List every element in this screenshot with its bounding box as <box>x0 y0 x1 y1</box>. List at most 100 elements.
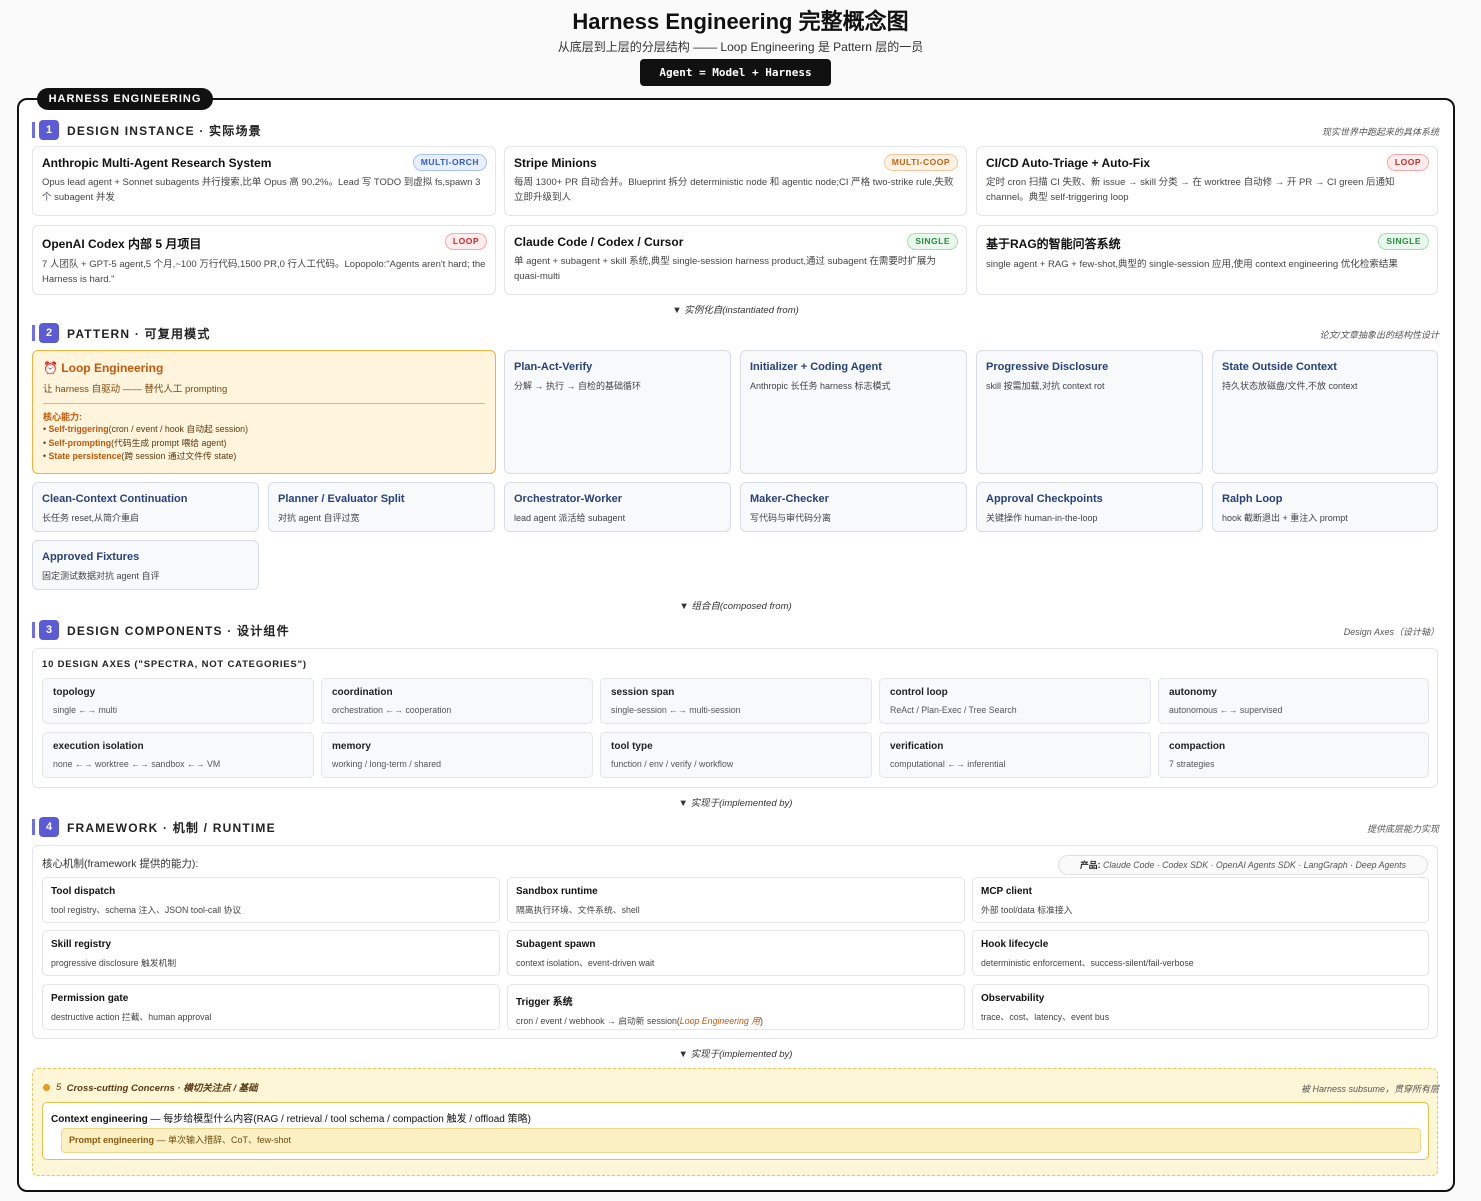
loop-engineering-card: ⏰ Loop Engineering 让 harness 自驱动 —— 替代人工… <box>32 350 496 474</box>
page-subtitle: 从底层到上层的分层结构 —— Loop Engineering 是 Patter… <box>557 40 924 54</box>
mechanism-desc: destructive action 拦截、human approval <box>51 1012 212 1022</box>
pattern-title: Plan-Act-Verify <box>514 361 593 373</box>
pattern-title: Approved Fixtures <box>42 551 140 563</box>
pattern-title: Initializer + Coding Agent <box>750 361 882 373</box>
axis-card: coordination orchestration ←→ cooperation <box>321 678 593 724</box>
instance-desc: single agent + RAG + few-shot,典型的 single… <box>986 259 1398 270</box>
axis-name: memory <box>332 741 371 752</box>
context-engineering-text: Context engineering — 每步给模型什么内容(RAG / re… <box>51 1114 531 1125</box>
loop-subtitle: 让 harness 自驱动 —— 替代人工 prompting <box>43 384 228 395</box>
mechanism-card: Sandbox runtime 隔离执行环境、文件系统、shell <box>507 877 965 923</box>
instance-desc: Opus lead agent + Sonnet subagents 并行搜索,… <box>42 177 481 203</box>
mechanism-name: Permission gate <box>51 993 129 1004</box>
axis-name: execution isolation <box>53 741 144 752</box>
section-3-note: Design Axes（设计轴） <box>1343 627 1439 637</box>
framework-intro: 核心机制(framework 提供的能力): <box>42 858 199 870</box>
instance-desc: 7 人团队 + GPT-5 agent,5 个月,~100 万行代码,1500 … <box>42 259 486 285</box>
pattern-desc: Anthropic 长任务 harness 标志模式 <box>750 381 891 391</box>
section-2-header: 2 PATTERN · 可复用模式 <box>32 323 211 343</box>
pattern-desc: hook 截断退出 + 重注入 prompt <box>1222 513 1348 523</box>
loop-capability-item: • Self-triggering(cron / event / hook 自动… <box>43 424 248 434</box>
mechanism-card: Tool dispatch tool registry、schema 注入、JSO… <box>42 877 500 923</box>
mechanism-card: Hook lifecycle deterministic enforcement、… <box>972 930 1429 976</box>
mechanism-card: MCP client 外部 tool/data 标准接入 <box>972 877 1429 923</box>
instance-card: Anthropic Multi-Agent Research System Op… <box>32 146 496 216</box>
arrow-composed-from: ▼ 组合自(composed from) <box>679 601 792 612</box>
arrow-instantiated-from: ▼ 实例化自(instantiated from) <box>672 305 799 316</box>
mechanism-card: Subagent spawn context isolation、event-dr… <box>507 930 965 976</box>
section-number: 2 <box>39 323 59 343</box>
instance-card: CI/CD Auto-Triage + Auto-Fix 定时 cron 扫描 … <box>976 146 1438 216</box>
products-list: Claude Code · Codex SDK · OpenAI Agents … <box>1102 860 1406 870</box>
instance-desc: 单 agent + subagent + skill 系统,典型 single-… <box>514 256 936 282</box>
mechanism-name: Observability <box>981 993 1045 1004</box>
badge-single: SINGLE <box>1378 233 1429 250</box>
mechanism-desc: 隔离执行环境、文件系统、shell <box>516 905 640 915</box>
pattern-desc: 分解 → 执行 → 自检的基础循环 <box>514 381 642 391</box>
section-label: FRAMEWORK · 机制 / RUNTIME <box>67 820 276 835</box>
axis-name: autonomy <box>1169 687 1217 698</box>
badge-loop: LOOP <box>444 233 487 250</box>
mechanism-name: Hook lifecycle <box>981 939 1049 950</box>
pattern-card: Planner / Evaluator Split 对抗 agent 自评过宽 <box>268 482 495 532</box>
mechanism-name: Sandbox runtime <box>516 886 598 897</box>
section-label: PATTERN · 可复用模式 <box>67 326 211 341</box>
axis-desc: 7 strategies <box>1169 759 1215 769</box>
section-label: DESIGN COMPONENTS · 设计组件 <box>67 623 290 638</box>
axis-card: control loop ReAct / Plan-Exec / Tree Sea… <box>879 678 1151 724</box>
pattern-title: Clean-Context Continuation <box>42 493 188 505</box>
cross-cutting-note: 被 Harness subsume，贯穿所有层 <box>1300 1084 1439 1094</box>
badge-multi-orch: MULTI-ORCH <box>412 154 487 171</box>
pattern-desc: skill 按需加载,对抗 context rot <box>986 381 1105 391</box>
section-bar <box>32 819 35 835</box>
mechanism-desc: progressive disclosure 触发机制 <box>51 958 177 968</box>
section-3-header: 3 DESIGN COMPONENTS · 设计组件 <box>32 620 290 640</box>
pattern-title: Orchestrator-Worker <box>514 493 622 505</box>
pattern-card: State Outside Context 持久状态放磁盘/文件,不放 cont… <box>1212 350 1438 474</box>
mechanism-desc: context isolation、event-driven wait <box>516 958 655 968</box>
loop-capability-item: • State persistence(跨 session 通过文件传 stat… <box>43 451 237 461</box>
pattern-desc: 写代码与审代码分离 <box>750 513 832 523</box>
mechanism-name: Trigger 系统 <box>516 997 573 1008</box>
axis-desc: single-session ←→ multi-session <box>611 705 741 715</box>
instance-card: 基于RAG的智能问答系统 single agent + RAG + few-sh… <box>976 225 1438 295</box>
axis-name: compaction <box>1169 741 1226 752</box>
pattern-card: Approval Checkpoints 关键操作 human-in-the-l… <box>976 482 1203 532</box>
mechanism-card: Observability trace、cost、latency、event bu… <box>972 984 1429 1030</box>
axis-card: topology single ←→ multi <box>42 678 314 724</box>
instance-desc: 定时 cron 扫描 CI 失败、新 issue → skill 分类 → 在 … <box>986 177 1395 203</box>
loop-title: Loop Engineering <box>61 361 164 375</box>
pattern-card: Clean-Context Continuation 长任务 reset,从简介… <box>32 482 259 532</box>
mechanism-name: MCP client <box>981 886 1032 897</box>
products-label: 产品: <box>1080 860 1101 870</box>
axis-card: session span single-session ←→ multi-sess… <box>600 678 872 724</box>
prompt-engineering-box: Prompt engineering — 单次输入措辞、CoT、few-shot <box>61 1128 1421 1153</box>
page-title: Harness Engineering 完整概念图 <box>572 9 909 34</box>
pattern-card: Approved Fixtures 固定测试数据对抗 agent 自评 <box>32 540 259 590</box>
pattern-title: State Outside Context <box>1222 361 1337 373</box>
instance-card: OpenAI Codex 内部 5 月项目 7 人团队 + GPT-5 agen… <box>32 225 496 295</box>
alarm-clock-icon: ⏰ <box>43 361 58 375</box>
instance-title: OpenAI Codex 内部 5 月项目 <box>42 237 202 251</box>
mechanism-card: Permission gate destructive action 拦截、hum… <box>42 984 500 1030</box>
section-number: 3 <box>39 620 59 640</box>
pattern-card: Orchestrator-Worker lead agent 派活给 subag… <box>504 482 731 532</box>
pattern-card: Plan-Act-Verify 分解 → 执行 → 自检的基础循环 <box>504 350 731 474</box>
axis-desc: working / long-term / shared <box>332 759 442 769</box>
axis-desc: ReAct / Plan-Exec / Tree Search <box>890 705 1017 715</box>
axis-name: control loop <box>890 687 948 698</box>
instance-title: 基于RAG的智能问答系统 <box>986 237 1121 251</box>
instance-card: Claude Code / Codex / Cursor 单 agent + s… <box>504 225 967 295</box>
instance-title: CI/CD Auto-Triage + Auto-Fix <box>986 156 1151 170</box>
section-number: 1 <box>39 120 59 140</box>
badge-multi-coop: MULTI-COOP <box>883 154 958 171</box>
axis-name: topology <box>53 687 96 698</box>
mechanism-name: Skill registry <box>51 939 112 950</box>
axis-desc: function / env / verify / workflow <box>611 759 734 769</box>
axis-name: tool type <box>611 741 653 752</box>
mechanism-desc: deterministic enforcement、success-silent… <box>981 958 1194 968</box>
section-2-note: 论文/文章抽象出的结构性设计 <box>1319 330 1439 340</box>
cross-cutting-number: 5 <box>56 1081 62 1093</box>
pattern-title: Approval Checkpoints <box>986 493 1103 505</box>
mechanism-desc: 外部 tool/data 标准接入 <box>981 905 1073 915</box>
